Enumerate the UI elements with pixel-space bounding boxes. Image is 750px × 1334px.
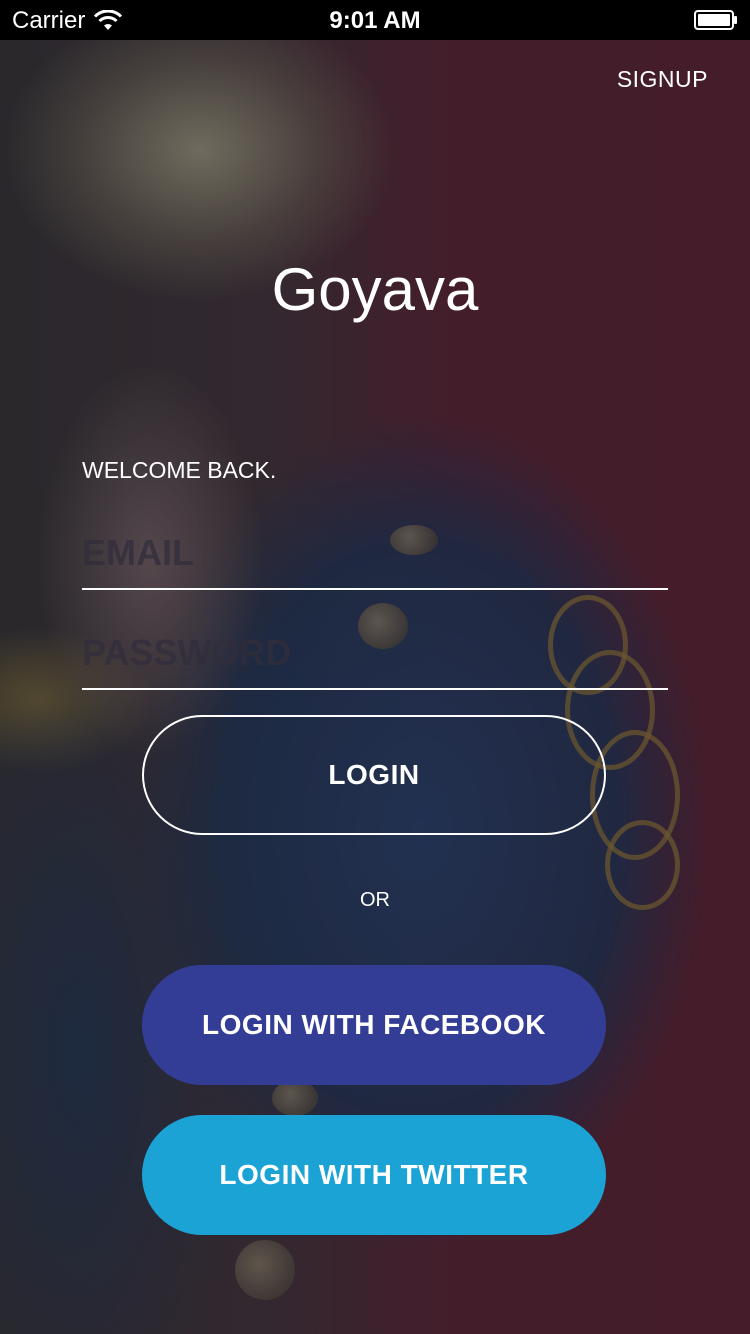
- login-button[interactable]: LOGIN: [142, 715, 606, 835]
- or-divider-text: OR: [360, 889, 390, 911]
- app-title: Goyava: [271, 256, 479, 323]
- battery-icon: [694, 10, 737, 30]
- status-bar: Carrier 9:01 AM: [0, 0, 750, 40]
- email-field-container: [82, 518, 668, 590]
- signup-link[interactable]: SIGNUP: [617, 66, 708, 93]
- facebook-login-button[interactable]: LOGIN WITH FACEBOOK: [142, 965, 606, 1085]
- login-screen: Carrier 9:01 AM SIGNUP Goyava WELCOME BA…: [0, 0, 750, 1334]
- twitter-login-button[interactable]: LOGIN WITH TWITTER: [142, 1115, 606, 1235]
- facebook-login-label: LOGIN WITH FACEBOOK: [202, 1009, 546, 1040]
- twitter-login-label: LOGIN WITH TWITTER: [219, 1159, 529, 1190]
- email-field[interactable]: [82, 518, 668, 588]
- welcome-text: WELCOME BACK.: [82, 457, 277, 483]
- password-field-container: [82, 618, 668, 690]
- password-field[interactable]: [82, 618, 668, 688]
- login-button-label: LOGIN: [328, 759, 420, 790]
- clock: 9:01 AM: [329, 7, 421, 34]
